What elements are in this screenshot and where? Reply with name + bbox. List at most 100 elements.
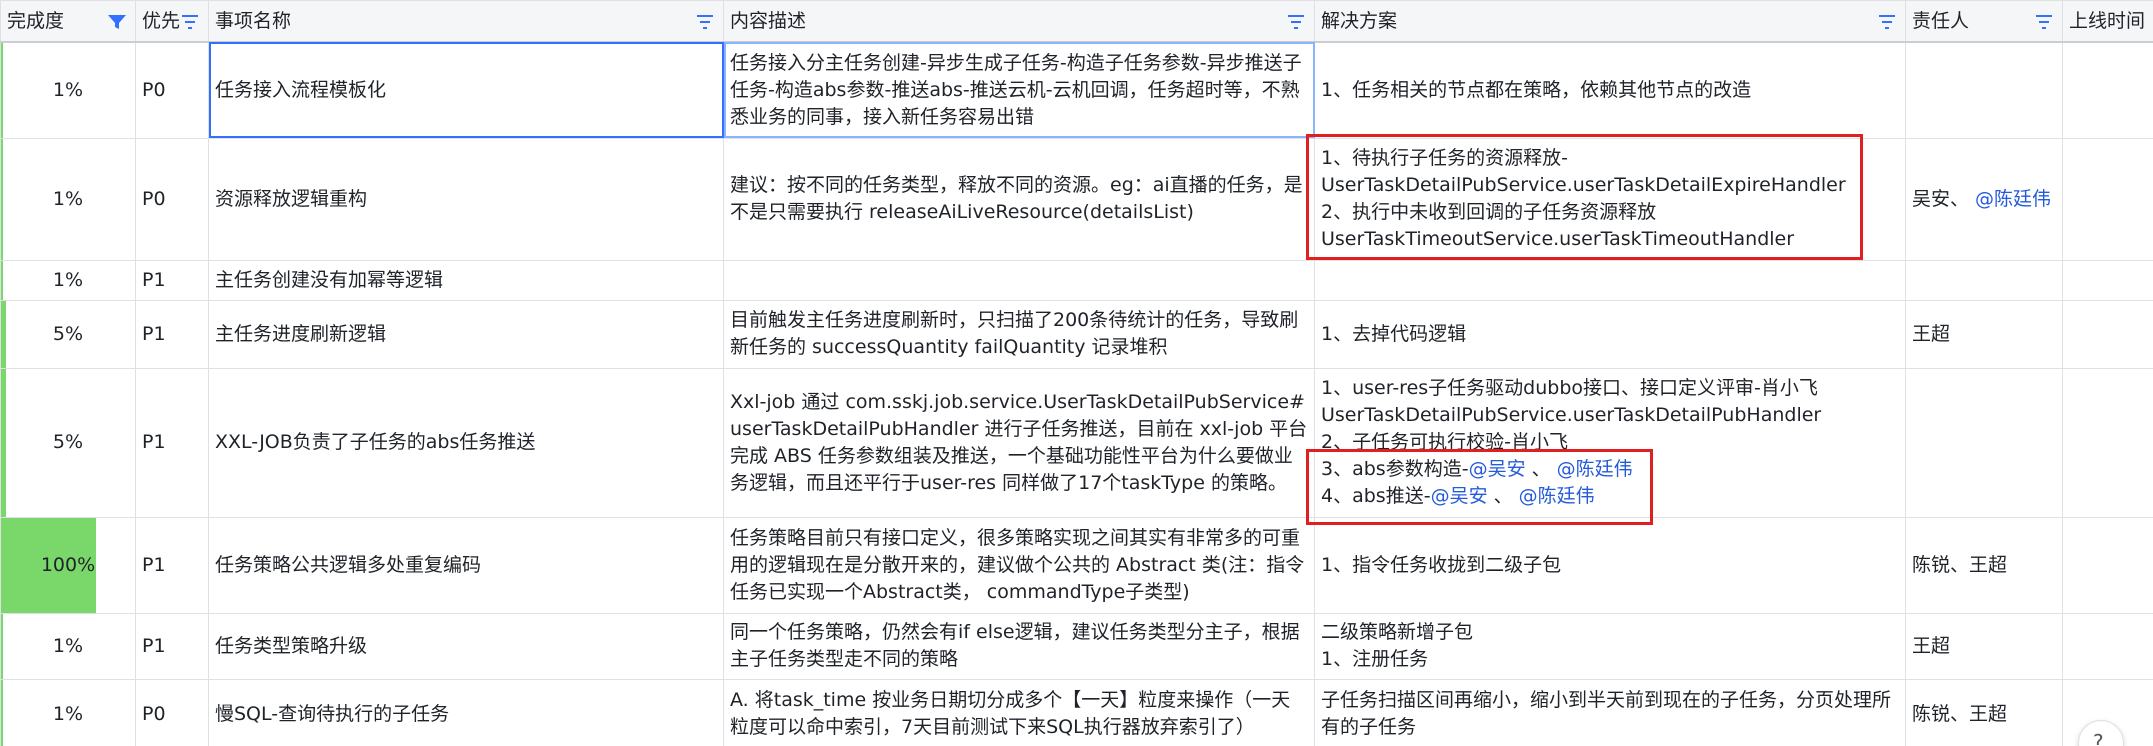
solution-line: 2、执行中未收到回调的子任务资源释放	[1321, 201, 1657, 223]
progress-cell[interactable]: 1%	[0, 678, 136, 746]
column-header-0[interactable]: 完成度	[0, 0, 136, 43]
description-cell[interactable]: 任务接入分主任务创建-异步生成子任务-构造子任务参数-异步推送子任务-构造abs…	[723, 41, 1315, 139]
progress-value: 1%	[52, 702, 84, 725]
progress-bar	[1, 301, 6, 367]
progress-cell[interactable]: 1%	[0, 137, 136, 261]
progress-value: 5%	[52, 322, 84, 345]
column-header-6[interactable]: 上线时间	[2062, 0, 2153, 43]
priority-cell[interactable]: P1	[135, 367, 209, 518]
user-mention[interactable]: @陈廷伟	[1519, 485, 1595, 507]
table-row: 5% P1 主任务进度刷新逻辑 目前触发主任务进度刷新时，只扫描了200条待统计的任务…	[0, 299, 2153, 369]
progress-cell[interactable]: 1%	[0, 41, 136, 139]
solution-cell[interactable]: 二级策略新增子包 1、注册任务	[1314, 612, 1906, 680]
solution-cell[interactable]: 1、任务相关的节点都在策略，依赖其他节点的改造	[1314, 41, 1906, 139]
launch-time-cell[interactable]	[2062, 367, 2153, 518]
item-name-cell[interactable]: XXL-JOB负责了子任务的abs任务推送	[208, 367, 724, 518]
progress-value: 1%	[52, 268, 84, 291]
item-name-cell[interactable]: 慢SQL-查询待执行的子任务	[208, 678, 724, 746]
item-name-cell[interactable]: 任务策略公共逻辑多处重复编码	[208, 516, 724, 614]
sort-filter-icon[interactable]	[695, 14, 715, 30]
launch-time-cell[interactable]	[2062, 259, 2153, 301]
solution-line: 2、子任务可执行校验-肖小飞	[1321, 431, 1568, 453]
solution-cell[interactable]: 1、user-res子任务驱动dubbo接口、接口定义评审-肖小飞 UserTas…	[1314, 367, 1906, 518]
owner-cell[interactable]: 吴安、 @陈廷伟	[1905, 137, 2063, 261]
funnel-icon[interactable]	[107, 14, 127, 30]
task-table: 完成度 优先 事项名称 内容描述 解决方案 责任人 上线时间 1% P0 任务接入流程模板化 任务…	[0, 0, 2153, 746]
priority-cell[interactable]: P1	[135, 259, 209, 301]
sort-filter-icon[interactable]	[1877, 14, 1897, 30]
solution-cell[interactable]: 子任务扫描区间再缩小，缩小到半天前到现在的子任务，分页处理所有的子任务	[1314, 678, 1906, 746]
owner-cell[interactable]: 王超	[1905, 299, 2063, 369]
solution-cell[interactable]: 1、去掉代码逻辑	[1314, 299, 1906, 369]
solution-line: 二级策略新增子包	[1321, 621, 1474, 643]
owner-cell[interactable]	[1905, 41, 2063, 139]
solution-line: 1、指令任务收拢到二级子包	[1321, 553, 1562, 576]
mention-separator: 、	[1487, 485, 1513, 507]
header-row: 完成度 优先 事项名称 内容描述 解决方案 责任人 上线时间	[0, 0, 2153, 43]
launch-time-cell[interactable]	[2062, 612, 2153, 680]
column-header-2[interactable]: 事项名称	[208, 0, 724, 43]
solution-line: UserTaskTimeoutService.userTaskTimeoutHa…	[1321, 228, 1795, 250]
column-header-4[interactable]: 解决方案	[1314, 0, 1906, 43]
item-name-cell[interactable]: 主任务进度刷新逻辑	[208, 299, 724, 369]
priority-cell[interactable]: P1	[135, 516, 209, 614]
sort-filter-icon[interactable]	[2034, 14, 2054, 30]
launch-time-cell[interactable]	[2062, 299, 2153, 369]
launch-time-cell[interactable]	[2062, 41, 2153, 139]
progress-cell[interactable]: 1%	[0, 612, 136, 680]
item-name-cell[interactable]: 任务类型策略升级	[208, 612, 724, 680]
table-row: 1% P0 资源释放逻辑重构 建议：按不同的任务类型，释放不同的资源。eg：ai直播的…	[0, 137, 2153, 261]
owner-cell[interactable]	[1905, 259, 2063, 301]
help-icon: ?	[2093, 730, 2104, 746]
description-cell[interactable]: Xxl-job 通过 com.sskj.job.service.UserTask…	[723, 367, 1315, 518]
solution-line: 1、注册任务	[1321, 648, 1429, 670]
mention-separator: 、	[1525, 458, 1551, 480]
table-row: 100% P1 任务策略公共逻辑多处重复编码 任务策略目前只有接口定义，很多策略实现之…	[0, 516, 2153, 614]
column-header-label: 优先	[142, 9, 181, 32]
owner-cell[interactable]: 陈锐、王超	[1905, 678, 2063, 746]
owner-cell[interactable]: 王超	[1905, 612, 2063, 680]
item-name-cell[interactable]: 主任务创建没有加幂等逻辑	[208, 259, 724, 301]
priority-cell[interactable]: P1	[135, 299, 209, 369]
priority-cell[interactable]: P0	[135, 41, 209, 139]
priority-cell[interactable]: P1	[135, 612, 209, 680]
column-header-1[interactable]: 优先	[135, 0, 209, 43]
table-row: 1% P1 主任务创建没有加幂等逻辑	[0, 259, 2153, 301]
description-cell[interactable]: 建议：按不同的任务类型，释放不同的资源。eg：ai直播的任务，是不是只需要执行 …	[723, 137, 1315, 261]
column-header-label: 内容描述	[730, 9, 807, 32]
column-header-5[interactable]: 责任人	[1905, 0, 2063, 43]
description-cell[interactable]: 任务策略目前只有接口定义，很多策略实现之间其实有非常多的可重用的逻辑现在是分散开…	[723, 516, 1315, 614]
progress-cell[interactable]: 5%	[0, 299, 136, 369]
user-mention[interactable]: @吴安	[1469, 458, 1526, 480]
user-mention[interactable]: @陈廷伟	[1557, 458, 1633, 480]
sort-filter-icon[interactable]	[180, 14, 200, 30]
owner-cell[interactable]: 陈锐、王超	[1905, 516, 2063, 614]
progress-cell[interactable]: 100%	[0, 516, 136, 614]
progress-cell[interactable]: 5%	[0, 367, 136, 518]
item-name-cell[interactable]: 资源释放逻辑重构	[208, 137, 724, 261]
solution-line: 1、去掉代码逻辑	[1321, 322, 1467, 345]
priority-cell[interactable]: P0	[135, 678, 209, 746]
progress-cell[interactable]: 1%	[0, 259, 136, 301]
owner-cell[interactable]	[1905, 367, 2063, 518]
column-header-3[interactable]: 内容描述	[723, 0, 1315, 43]
description-cell[interactable]	[723, 259, 1315, 301]
user-mention[interactable]: @陈廷伟	[1975, 188, 2051, 210]
solution-cell[interactable]	[1314, 259, 1906, 301]
progress-bar	[1, 261, 3, 299]
solution-cell[interactable]: 1、待执行子任务的资源释放- UserTaskDetailPubService.u…	[1314, 137, 1906, 261]
user-mention[interactable]: @吴安	[1431, 485, 1488, 507]
progress-bar	[1, 139, 3, 259]
item-name-cell[interactable]: 任务接入流程模板化	[208, 41, 724, 139]
priority-cell[interactable]: P0	[135, 137, 209, 261]
description-cell[interactable]: 同一个任务策略，仍然会有if else逻辑，建议任务类型分主子，根据主子任务类型…	[723, 612, 1315, 680]
description-cell[interactable]: 目前触发主任务进度刷新时，只扫描了200条待统计的任务，导致刷新任务的 succ…	[723, 299, 1315, 369]
launch-time-cell[interactable]	[2062, 137, 2153, 261]
solution-cell[interactable]: 1、指令任务收拢到二级子包	[1314, 516, 1906, 614]
sort-filter-icon[interactable]	[1286, 14, 1306, 30]
description-cell[interactable]: A. 将task_time 按业务日期切分成多个【一天】粒度来操作（一天粒度可以…	[723, 678, 1315, 746]
launch-time-cell[interactable]	[2062, 516, 2153, 614]
progress-bar	[1, 680, 3, 746]
column-header-label: 责任人	[1912, 9, 1970, 32]
progress-bar	[1, 614, 3, 678]
